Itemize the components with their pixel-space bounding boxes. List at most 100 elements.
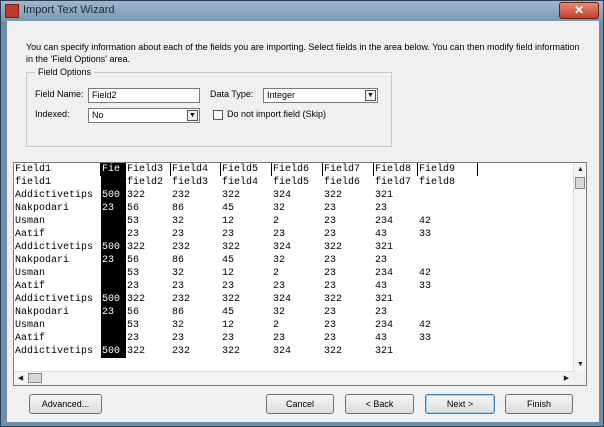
table-cell[interactable]: [101, 215, 126, 228]
table-cell[interactable]: 322: [126, 345, 171, 358]
table-cell[interactable]: 33: [418, 228, 478, 241]
table-cell[interactable]: Nakpodari: [14, 306, 101, 319]
table-cell[interactable]: 322: [126, 189, 171, 202]
table-cell[interactable]: 86: [171, 254, 221, 267]
table-cell[interactable]: 23: [272, 280, 323, 293]
table-cell[interactable]: 56: [126, 202, 171, 215]
table-cell[interactable]: 321: [374, 189, 418, 202]
table-cell[interactable]: 23: [323, 332, 374, 345]
table-cell[interactable]: 32: [272, 202, 323, 215]
column-header[interactable]: Field7: [323, 163, 374, 176]
table-cell[interactable]: 45: [221, 202, 272, 215]
table-row[interactable]: Aatif 23 23 23 23 23 43 33: [14, 228, 573, 241]
table-cell[interactable]: 234: [374, 215, 418, 228]
table-cell[interactable]: Aatif: [14, 280, 101, 293]
table-cell[interactable]: Nakpodari: [14, 254, 101, 267]
next-button[interactable]: Next >: [425, 394, 495, 414]
table-cell[interactable]: 500: [101, 241, 126, 254]
table-cell[interactable]: 23: [374, 202, 418, 215]
table-cell[interactable]: 23: [272, 228, 323, 241]
table-cell[interactable]: 322: [323, 241, 374, 254]
table-cell[interactable]: 324: [272, 241, 323, 254]
table-row[interactable]: Addictivetips 500 322 232 322 324 322 321: [14, 189, 573, 202]
table-cell[interactable]: 23: [126, 280, 171, 293]
table-cell[interactable]: 500: [101, 345, 126, 358]
table-cell[interactable]: 23: [323, 319, 374, 332]
table-row[interactable]: Usman 53 32 12 2 23 234 42: [14, 215, 573, 228]
table-cell[interactable]: 232: [171, 241, 221, 254]
title-bar[interactable]: Import Text Wizard ✕: [1, 1, 603, 21]
table-cell[interactable]: 23: [323, 202, 374, 215]
table-cell[interactable]: Usman: [14, 267, 101, 280]
table-cell[interactable]: field7: [374, 176, 418, 189]
table-cell[interactable]: 33: [418, 332, 478, 345]
table-cell[interactable]: 23: [323, 254, 374, 267]
table-cell[interactable]: [101, 267, 126, 280]
vertical-scrollbar[interactable]: ▲ ▼: [573, 163, 586, 371]
table-cell[interactable]: 53: [126, 215, 171, 228]
field-name-input[interactable]: Field2: [88, 88, 200, 103]
table-row[interactable]: Addictivetips 500 322 232 322 324 322 321: [14, 241, 573, 254]
table-cell[interactable]: 23: [323, 267, 374, 280]
table-row[interactable]: field1 field2 field3 field4 field5 field6 fiel…: [14, 176, 573, 189]
table-row[interactable]: Aatif 23 23 23 23 23 43 33: [14, 332, 573, 345]
table-cell[interactable]: 33: [418, 280, 478, 293]
table-cell[interactable]: 56: [126, 306, 171, 319]
close-button[interactable]: ✕: [559, 2, 599, 19]
table-cell[interactable]: 321: [374, 241, 418, 254]
table-cell[interactable]: Aatif: [14, 332, 101, 345]
table-cell[interactable]: 322: [323, 189, 374, 202]
table-cell[interactable]: 53: [126, 319, 171, 332]
table-cell[interactable]: 23: [221, 280, 272, 293]
table-cell[interactable]: 23: [126, 228, 171, 241]
table-cell[interactable]: 23: [126, 332, 171, 345]
table-cell[interactable]: [418, 241, 478, 254]
table-cell[interactable]: 23: [323, 280, 374, 293]
table-cell[interactable]: 23: [101, 306, 126, 319]
column-header[interactable]: Field6: [272, 163, 323, 176]
table-cell[interactable]: 32: [272, 306, 323, 319]
chevron-down-icon[interactable]: ▼: [187, 110, 198, 121]
table-cell[interactable]: [101, 280, 126, 293]
table-cell[interactable]: 32: [171, 215, 221, 228]
table-cell[interactable]: 232: [171, 345, 221, 358]
table-cell[interactable]: [418, 306, 478, 319]
table-cell[interactable]: 23: [171, 280, 221, 293]
column-header[interactable]: Fie: [101, 163, 126, 176]
cancel-button[interactable]: Cancel: [266, 394, 334, 414]
scroll-left-icon[interactable]: ◀: [15, 373, 26, 384]
scroll-down-icon[interactable]: ▼: [575, 359, 586, 370]
table-cell[interactable]: 321: [374, 293, 418, 306]
table-cell[interactable]: 12: [221, 319, 272, 332]
table-cell[interactable]: field3: [171, 176, 221, 189]
table-cell[interactable]: 42: [418, 215, 478, 228]
table-cell[interactable]: 23: [101, 254, 126, 267]
table-cell[interactable]: 2: [272, 215, 323, 228]
scroll-up-icon[interactable]: ▲: [575, 164, 586, 175]
table-cell[interactable]: 234: [374, 267, 418, 280]
grid-header-row[interactable]: Field1 Fie Field3 Field4 Field5 Field6 Field7 F…: [14, 163, 573, 176]
table-cell[interactable]: Addictivetips: [14, 345, 101, 358]
horizontal-scrollbar[interactable]: ◀ ▶: [14, 371, 573, 385]
table-cell[interactable]: 23: [323, 228, 374, 241]
table-cell[interactable]: Addictivetips: [14, 189, 101, 202]
table-cell[interactable]: Usman: [14, 319, 101, 332]
table-row[interactable]: Usman 53 32 12 2 23 234 42: [14, 267, 573, 280]
table-cell[interactable]: 23: [323, 306, 374, 319]
table-cell[interactable]: Addictivetips: [14, 293, 101, 306]
table-cell[interactable]: 322: [221, 345, 272, 358]
table-cell[interactable]: 324: [272, 345, 323, 358]
table-cell[interactable]: 23: [374, 306, 418, 319]
table-row[interactable]: Nakpodari 23 56 86 45 32 23 23: [14, 254, 573, 267]
table-cell[interactable]: 322: [126, 241, 171, 254]
table-cell[interactable]: 86: [171, 306, 221, 319]
table-cell[interactable]: 86: [171, 202, 221, 215]
column-header[interactable]: Field5: [221, 163, 272, 176]
table-cell[interactable]: Nakpodari: [14, 202, 101, 215]
horizontal-scroll-thumb[interactable]: [28, 373, 42, 383]
table-cell[interactable]: 43: [374, 228, 418, 241]
vertical-scroll-thumb[interactable]: [575, 177, 585, 189]
indexed-select[interactable]: No ▼: [88, 108, 200, 123]
table-cell[interactable]: [101, 176, 126, 189]
table-cell[interactable]: 2: [272, 319, 323, 332]
